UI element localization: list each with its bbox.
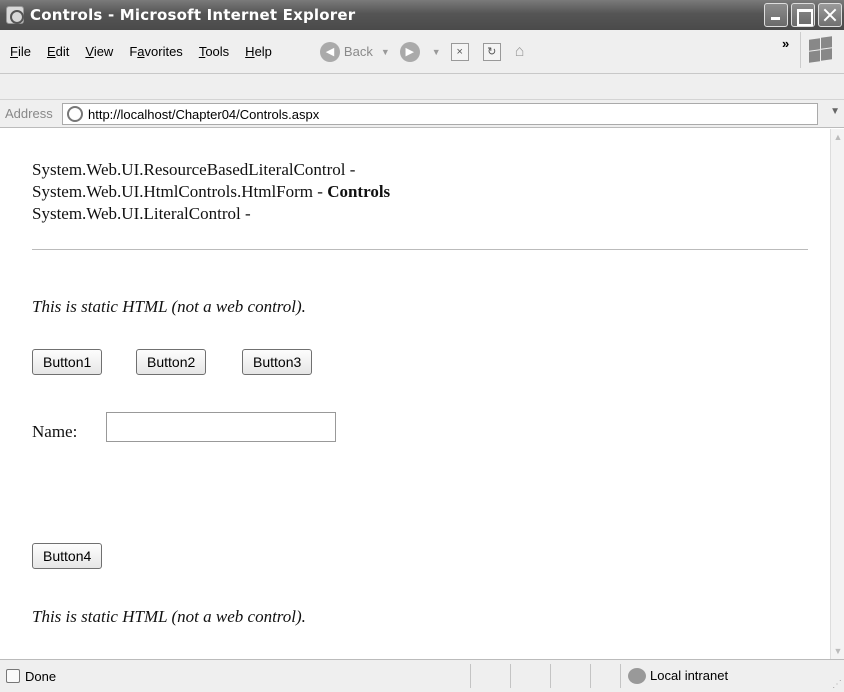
local-intranet-icon [628,668,646,684]
menu-help-label: elp [254,44,272,59]
page-content: System.Web.UI.ResourceBasedLiteralContro… [0,129,830,659]
menu-help[interactable]: Help [245,44,272,59]
address-field[interactable]: http://localhost/Chapter04/Controls.aspx [62,103,818,125]
status-separator [620,664,621,688]
button2[interactable]: Button2 [136,349,207,375]
menu-file-accel: F [10,44,18,59]
address-bar: Address http://localhost/Chapter04/Contr… [0,100,844,128]
menu-edit-accel: E [46,44,56,59]
menu-file-label: ile [17,44,31,59]
status-separator [510,664,511,688]
status-separator [550,664,551,688]
menu-view[interactable]: View [85,44,113,59]
window-title: Controls - Microsoft Internet Explorer [30,6,356,24]
menu-edit[interactable]: Edit [47,44,69,59]
name-label: Name: [32,422,78,441]
resize-grip-icon[interactable]: ⋰ [832,679,842,690]
toolbar-overflow-chevron-icon[interactable]: » [782,36,789,51]
page-status-icon [6,669,20,683]
static-html-text-2: This is static HTML (not a web control). [32,607,306,626]
control-tree-line: System.Web.UI.ResourceBasedLiteralContro… [32,159,390,181]
ie-app-icon [6,6,24,24]
back-arrow-icon[interactable]: ◀ [319,41,340,62]
control-tree-text: System.Web.UI.HtmlControls.HtmlForm - [32,182,328,201]
control-tree-line: System.Web.UI.LiteralControl - [32,203,390,225]
static-html-text-1: This is static HTML (not a web control). [32,297,306,316]
windows-logo-icon [800,32,836,68]
control-tree-text: System.Web.UI.ResourceBasedLiteralContro… [32,160,356,179]
scroll-down-arrow-icon[interactable]: ▼ [831,643,844,659]
back-dropdown-icon[interactable]: ▼ [381,47,390,57]
forward-arrow-icon[interactable]: ▶ [399,41,420,62]
name-input[interactable] [106,412,336,442]
toolbar-strip [0,74,844,100]
status-separator [470,664,471,688]
control-tree-text: System.Web.UI.LiteralControl - [32,204,251,223]
toolbar: ◀ Back ▼ ▶ ▼ × ↻ ⌂ [319,41,525,62]
menu-edit-label: dit [55,44,70,59]
scroll-up-arrow-icon[interactable]: ▲ [831,129,844,145]
refresh-icon[interactable]: ↻ [482,42,501,61]
close-button[interactable] [818,3,842,27]
menu-bar: File Edit View Favorites Tools Help ◀ Ba… [0,30,844,74]
vertical-scrollbar[interactable]: ▲ ▼ [830,129,844,659]
menu-favorites[interactable]: Favorites [129,44,182,59]
menu-help-accel: H [245,44,255,59]
menu-tools-label: ools [205,44,230,59]
maximize-button[interactable] [791,3,815,27]
window-controls [764,3,842,27]
control-tree-list: System.Web.UI.ResourceBasedLiteralContro… [32,159,390,225]
button3[interactable]: Button3 [242,349,313,375]
address-label: Address [5,106,53,121]
security-zone-label: Local intranet [650,668,729,683]
button1[interactable]: Button1 [32,349,103,375]
horizontal-rule [32,249,808,250]
status-text: Done [25,668,57,684]
menu-favorites-accel: a [137,44,145,59]
back-button-label[interactable]: Back [344,44,373,59]
address-dropdown-icon[interactable]: ▼ [830,106,840,117]
address-url[interactable]: http://localhost/Chapter04/Controls.aspx [88,107,319,122]
menu-tools[interactable]: Tools [199,44,229,59]
menu-file[interactable]: File [10,44,31,59]
menu-view-label: iew [93,44,114,59]
minimize-button[interactable] [764,3,788,27]
stop-icon[interactable]: × [450,42,469,61]
menu-favorites-label: vorites [144,44,183,59]
status-separator [590,664,591,688]
page-icon [67,106,83,122]
menu-view-accel: V [85,44,94,59]
status-bar: Done Local intranet ⋰ [0,659,844,692]
home-icon[interactable]: ⌂ [515,43,525,61]
forward-dropdown-icon[interactable]: ▼ [432,47,441,57]
control-tree-line: System.Web.UI.HtmlControls.HtmlForm - Co… [32,181,390,203]
button4[interactable]: Button4 [32,543,103,569]
title-bar: Controls - Microsoft Internet Explorer [0,0,844,30]
control-tree-suffix: Controls [327,182,391,201]
